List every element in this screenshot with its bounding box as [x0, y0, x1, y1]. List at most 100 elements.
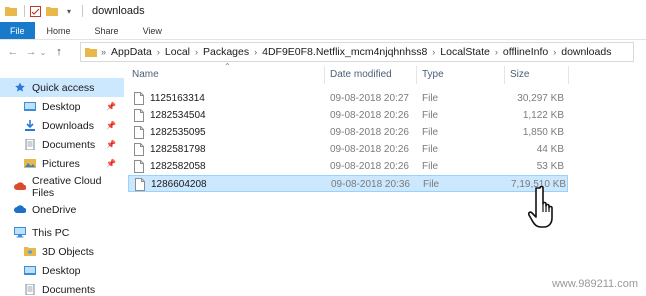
pictures-icon	[24, 159, 36, 168]
sidebar-item-downloads[interactable]: Downloads 📌	[0, 116, 124, 135]
overflow-chevron-icon[interactable]: »	[101, 47, 106, 57]
folder-3d-icon	[24, 247, 36, 256]
watermark: www.989211.com	[551, 278, 638, 290]
new-folder-icon[interactable]	[45, 5, 59, 17]
file-row[interactable]: 1282581798 09-08-2018 20:26 File 44 KB	[128, 141, 568, 158]
properties-icon[interactable]	[28, 5, 42, 17]
file-date-modified: 09-08-2018 20:26	[330, 110, 409, 121]
file-date-modified: 09-08-2018 20:36	[331, 179, 410, 190]
forward-arrow-icon[interactable]: →	[24, 43, 38, 61]
folder-icon	[24, 266, 36, 275]
column-divider[interactable]	[504, 66, 505, 84]
sidebar-item-quick-access[interactable]: Quick access	[0, 78, 124, 97]
sidebar-item-documents-pc[interactable]: Documents	[0, 280, 124, 296]
recent-locations-chevron-icon[interactable]: ⌄	[38, 43, 48, 61]
sidebar-item-label: Quick access	[32, 81, 95, 94]
column-header-name[interactable]: Name	[132, 69, 159, 80]
customize-toolbar-chevron-icon[interactable]: ▾	[62, 5, 76, 17]
column-header-date-modified[interactable]: Date modified	[330, 69, 392, 80]
tab-file[interactable]: File	[0, 22, 35, 39]
breadcrumb-local[interactable]: Local	[165, 46, 190, 58]
navigation-bar: ← → ⌄ ↑ » AppData › Local › Packages › 4…	[0, 40, 646, 64]
tab-home[interactable]: Home	[35, 22, 83, 39]
tab-view[interactable]: View	[131, 22, 174, 39]
file-size: 1,850 KB	[522, 127, 564, 138]
sidebar-item-onedrive[interactable]: OneDrive	[0, 200, 124, 219]
file-row-selected[interactable]: 1286604208 09-08-2018 20:36 File 7,19,51…	[128, 175, 568, 192]
breadcrumb-packages[interactable]: Packages	[203, 46, 249, 58]
file-icon	[134, 126, 144, 139]
file-type: File	[422, 161, 439, 172]
file-name: 1282581798	[150, 144, 206, 155]
sidebar-item-label: Documents	[42, 138, 96, 151]
breadcrumb-separator-icon[interactable]: ›	[432, 47, 435, 57]
file-size: 1,122 KB	[522, 110, 564, 121]
file-type: File	[423, 179, 440, 190]
breadcrumb-separator-icon[interactable]: ›	[495, 47, 498, 57]
sort-ascending-icon: ⌃	[224, 62, 231, 71]
column-header-size[interactable]: Size	[510, 69, 529, 80]
pin-icon[interactable]: 📌	[106, 140, 116, 149]
file-row[interactable]: 1282535095 09-08-2018 20:26 File 1,850 K…	[128, 124, 568, 141]
file-name: 1282535095	[150, 127, 206, 138]
file-name: 1282534504	[150, 110, 206, 121]
up-arrow-icon[interactable]: ↑	[52, 43, 66, 61]
file-icon	[135, 178, 145, 191]
breadcrumb-separator-icon[interactable]: ›	[553, 47, 556, 57]
sidebar-item-desktop[interactable]: Desktop 📌	[0, 97, 124, 116]
back-arrow-icon[interactable]: ←	[6, 43, 20, 61]
breadcrumb-separator-icon[interactable]: ›	[157, 47, 160, 57]
creative-cloud-icon	[14, 182, 26, 190]
folder-icon	[24, 102, 36, 111]
column-divider[interactable]	[568, 66, 569, 84]
file-name: 1125163314	[150, 93, 205, 104]
breadcrumb-offlineinfo[interactable]: offlineInfo	[503, 46, 548, 58]
file-size: 44 KB	[536, 144, 564, 155]
title-bar: ▾ downloads	[0, 0, 646, 22]
file-type: File	[422, 144, 439, 155]
breadcrumb-downloads[interactable]: downloads	[561, 46, 611, 58]
ribbon-tabs: File Home Share View	[0, 22, 646, 40]
navigation-pane: Quick access Desktop 📌 Downloads 📌 Docum…	[0, 76, 124, 296]
sidebar-item-pictures[interactable]: Pictures 📌	[0, 154, 124, 173]
cloud-icon	[14, 205, 26, 213]
breadcrumb-appdata[interactable]: AppData	[111, 46, 152, 58]
pin-icon[interactable]: 📌	[106, 121, 116, 130]
sidebar-item-label: Desktop	[42, 264, 81, 277]
address-bar[interactable]: » AppData › Local › Packages › 4DF9E0F8.…	[80, 42, 634, 62]
sidebar-item-3d-objects[interactable]: 3D Objects	[0, 242, 124, 261]
file-row[interactable]: 1125163314 09-08-2018 20:27 File 30,297 …	[128, 90, 568, 107]
file-size: 30,297 KB	[517, 93, 564, 104]
sidebar-item-documents[interactable]: Documents 📌	[0, 135, 124, 154]
file-date-modified: 09-08-2018 20:26	[330, 144, 409, 155]
breadcrumb-separator-icon[interactable]: ›	[254, 47, 257, 57]
sidebar-item-creative-cloud[interactable]: Creative Cloud Files	[0, 175, 124, 199]
file-icon	[134, 109, 144, 122]
pin-icon[interactable]: 📌	[106, 159, 116, 168]
file-name: 1282582058	[150, 161, 206, 172]
column-header-type[interactable]: Type	[422, 69, 444, 80]
sidebar-item-label: This PC	[32, 226, 70, 239]
file-type: File	[422, 110, 439, 121]
sidebar-item-desktop-pc[interactable]: Desktop	[0, 261, 124, 280]
file-row[interactable]: 1282582058 09-08-2018 20:26 File 53 KB	[128, 158, 568, 175]
column-divider[interactable]	[416, 66, 417, 84]
tab-share[interactable]: Share	[83, 22, 131, 39]
divider	[82, 5, 83, 17]
breadcrumb-netflix-package[interactable]: 4DF9E0F8.Netflix_mcm4njqhnhss8	[262, 46, 427, 58]
file-row[interactable]: 1282534504 09-08-2018 20:26 File 1,122 K…	[128, 107, 568, 124]
column-divider[interactable]	[324, 66, 325, 84]
folder-icon	[4, 5, 18, 17]
documents-icon	[25, 284, 35, 295]
sidebar-item-label: Pictures	[42, 157, 80, 170]
sidebar-item-this-pc[interactable]: This PC	[0, 223, 124, 242]
column-headers: ⌃ Name Date modified Type Size	[126, 62, 646, 86]
file-icon	[134, 92, 144, 105]
file-size: 53 KB	[536, 161, 564, 172]
file-type: File	[422, 127, 439, 138]
file-date-modified: 09-08-2018 20:26	[330, 127, 409, 138]
sidebar-item-label: OneDrive	[32, 203, 77, 216]
breadcrumb-separator-icon[interactable]: ›	[195, 47, 198, 57]
breadcrumb-localstate[interactable]: LocalState	[440, 46, 490, 58]
pin-icon[interactable]: 📌	[106, 102, 116, 111]
